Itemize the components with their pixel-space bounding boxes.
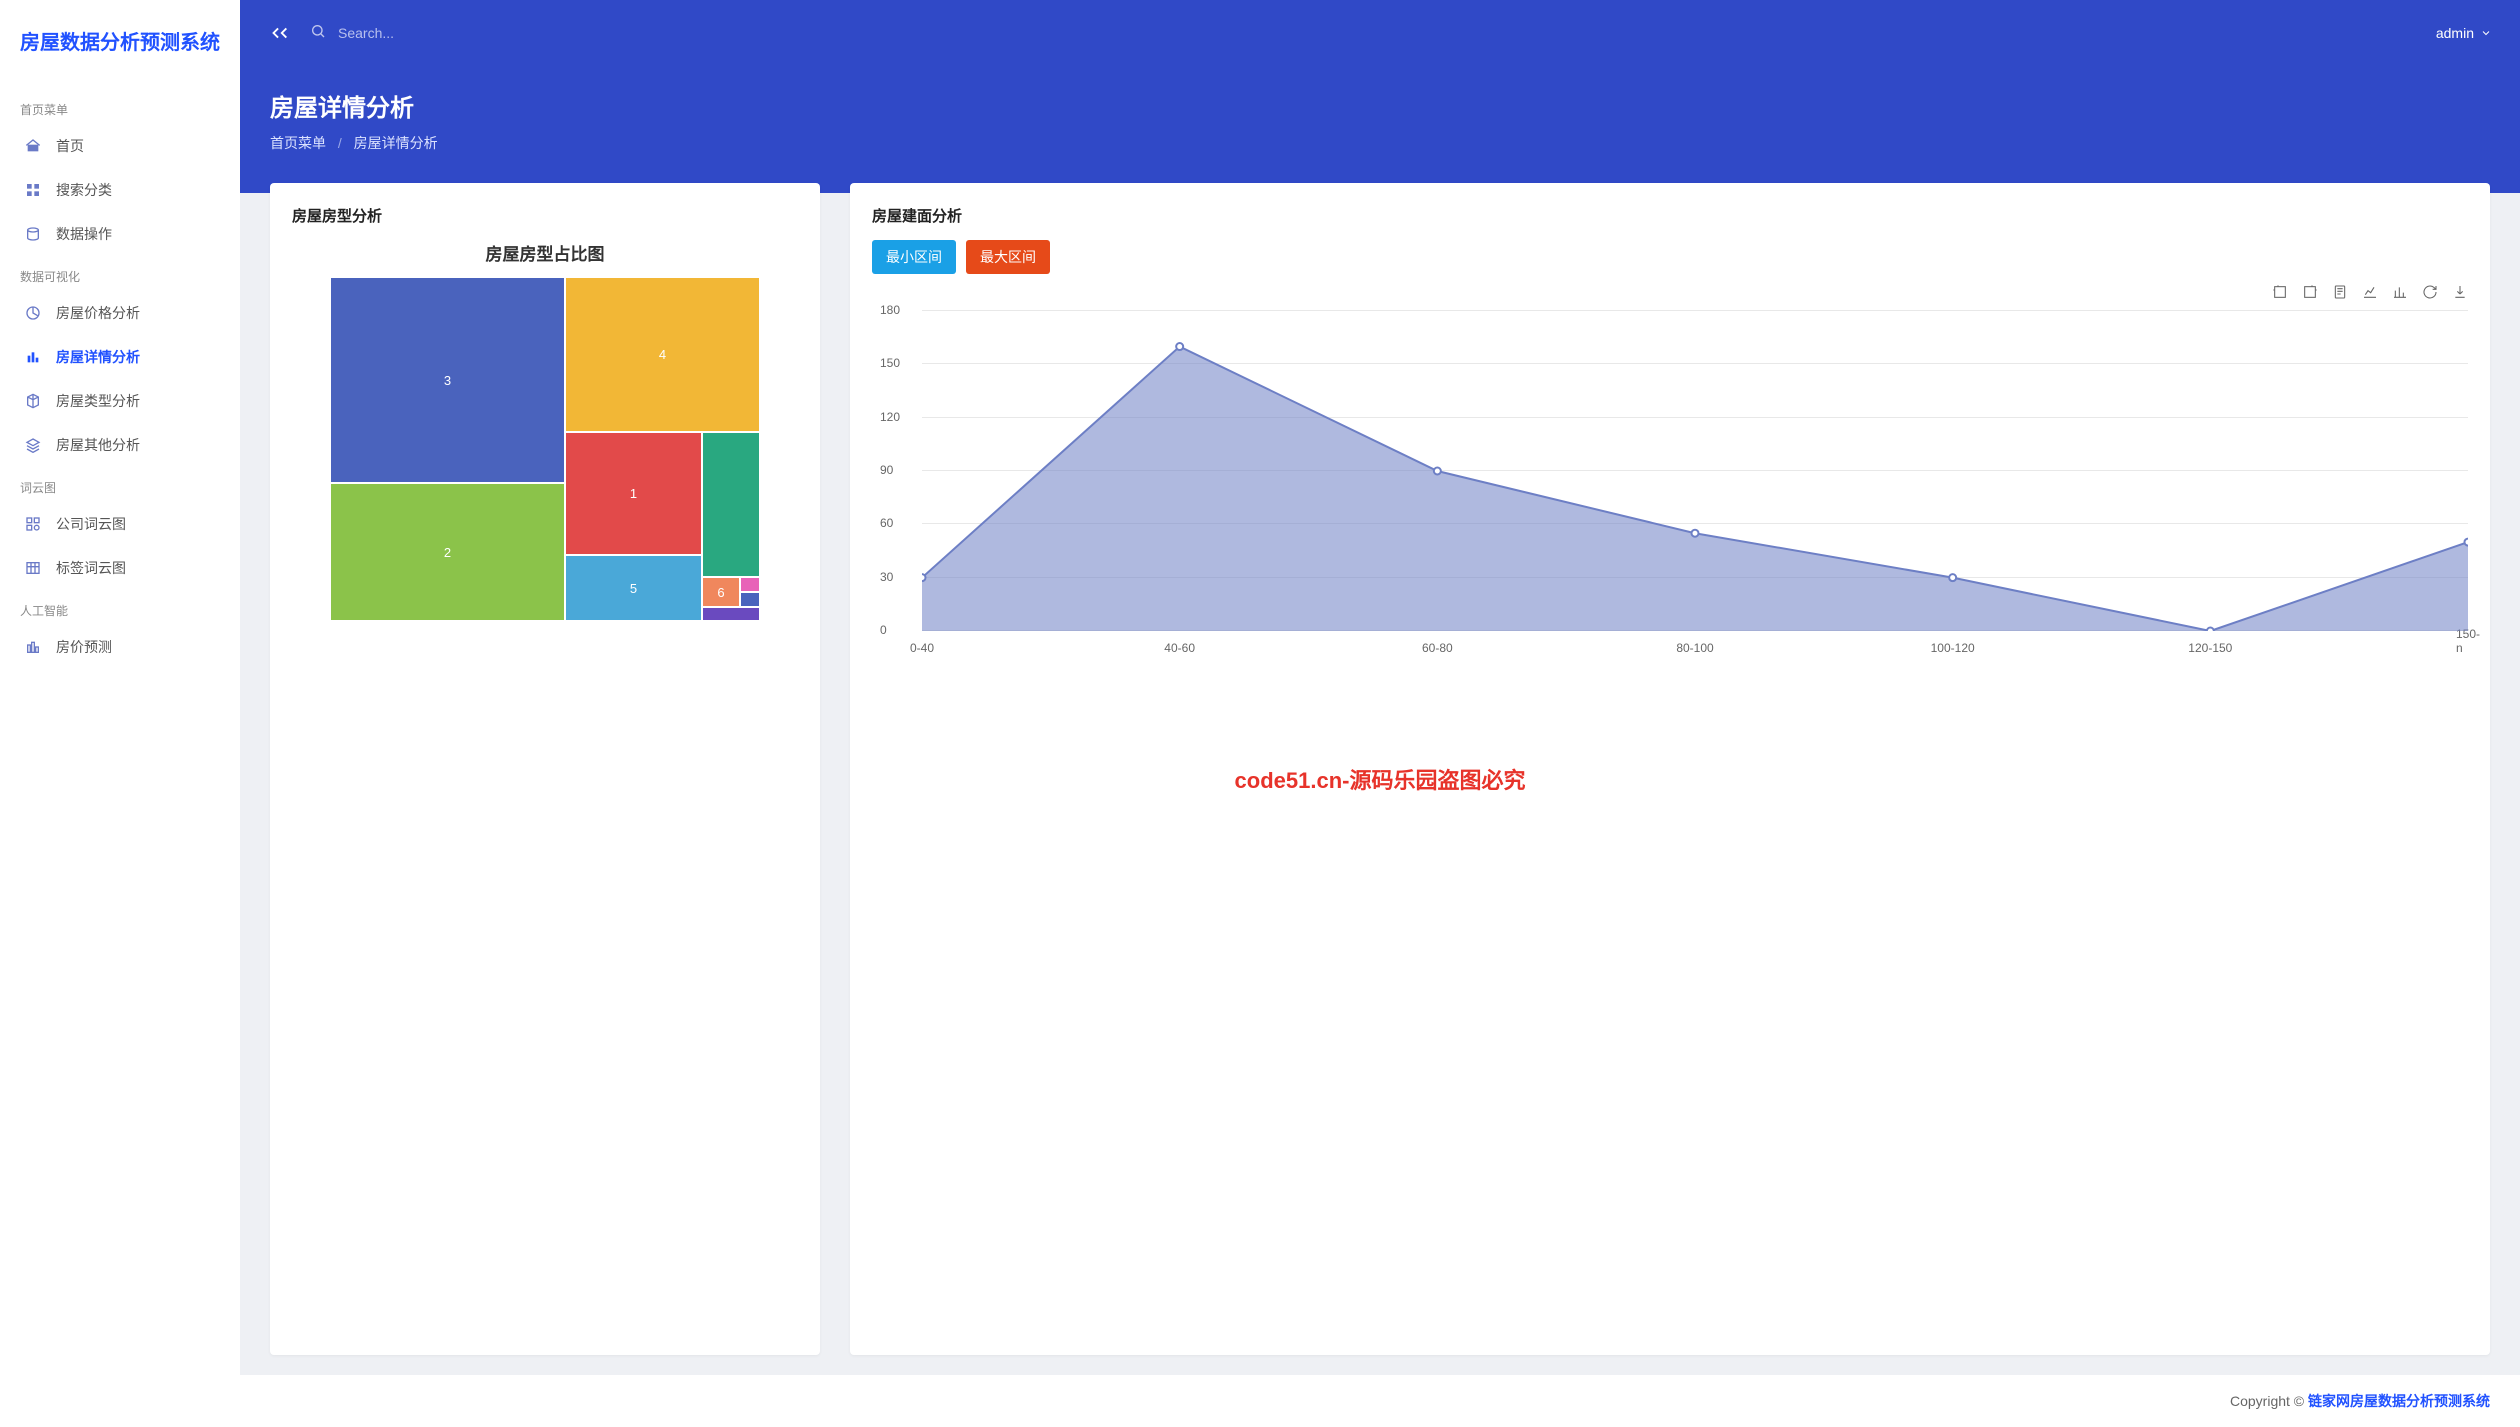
treemap-cell[interactable]: 5	[565, 555, 702, 621]
restore-icon[interactable]	[2422, 284, 2438, 305]
layers-icon	[24, 436, 42, 454]
area-chart-svg	[922, 311, 2468, 631]
home-icon	[24, 137, 42, 155]
nav-group-label: 词云图	[0, 467, 240, 502]
topbar: admin	[240, 0, 2520, 66]
tag-icon	[24, 515, 42, 533]
treemap-cell[interactable]: 3	[330, 277, 565, 483]
breadcrumb-root[interactable]: 首页菜单	[270, 135, 326, 151]
sidebar-item-label: 首页	[56, 136, 84, 156]
page-header: 房屋详情分析 首页菜单 / 房屋详情分析	[240, 66, 2520, 193]
x-tick-label: 40-60	[1164, 641, 1195, 655]
sidebar-item[interactable]: 房屋详情分析	[0, 335, 240, 379]
treemap-cell[interactable]	[740, 592, 760, 607]
search-icon	[310, 23, 326, 44]
sidebar-toggle-button[interactable]	[268, 22, 290, 44]
nav-group-label: 人工智能	[0, 590, 240, 625]
chevron-down-icon	[2480, 27, 2492, 39]
breadcrumb: 首页菜单 / 房屋详情分析	[270, 133, 2490, 153]
menu-collapse-icon	[268, 22, 290, 44]
sidebar-item[interactable]: 房屋类型分析	[0, 379, 240, 423]
chart-title: 房屋房型占比图	[292, 240, 798, 265]
sidebar: 房屋数据分析预测系统 首页菜单首页搜索分类数据操作数据可视化房屋价格分析房屋详情…	[0, 0, 240, 1427]
treemap-cell[interactable]	[702, 432, 760, 577]
search-input[interactable]	[338, 25, 638, 41]
sidebar-item-label: 房价预测	[56, 637, 112, 657]
treemap-cell[interactable]: 2	[330, 483, 565, 621]
nav: 首页菜单首页搜索分类数据操作数据可视化房屋价格分析房屋详情分析房屋类型分析房屋其…	[0, 81, 240, 1427]
copyright-prefix: Copyright ©	[2230, 1393, 2308, 1409]
treemap-chart[interactable]: 324156	[330, 277, 760, 621]
user-name-label: admin	[2436, 25, 2474, 41]
download-icon[interactable]	[2452, 284, 2468, 305]
sidebar-item-label: 房屋类型分析	[56, 391, 140, 411]
sidebar-item[interactable]: 房屋其他分析	[0, 423, 240, 467]
treemap-cell[interactable]	[702, 607, 760, 621]
sidebar-item[interactable]: 搜索分类	[0, 168, 240, 212]
sidebar-item[interactable]: 标签词云图	[0, 546, 240, 590]
table-icon	[24, 559, 42, 577]
x-tick-label: 60-80	[1422, 641, 1453, 655]
bar-chart-icon[interactable]	[2392, 284, 2408, 305]
main: admin 房屋详情分析 首页菜单 / 房屋详情分析 code51.cn-源码乐…	[240, 0, 2520, 1427]
card-title: 房屋房型分析	[292, 205, 798, 226]
zoom-reset-icon[interactable]	[2302, 284, 2318, 305]
card-house-area: 房屋建面分析 最小区间 最大区间 03060901201501800-4040-…	[850, 183, 2490, 1355]
sidebar-item-label: 标签词云图	[56, 558, 126, 578]
x-tick-label: 150-n	[2456, 627, 2480, 655]
treemap-cell[interactable]: 4	[565, 277, 760, 432]
pie-icon	[24, 304, 42, 322]
user-menu[interactable]: admin	[2436, 25, 2492, 41]
treemap-cell[interactable]	[740, 577, 760, 592]
zoom-icon[interactable]	[2272, 284, 2288, 305]
treemap-cell[interactable]: 1	[565, 432, 702, 555]
db-icon	[24, 225, 42, 243]
sidebar-item[interactable]: 首页	[0, 124, 240, 168]
sidebar-item-label: 公司词云图	[56, 514, 126, 534]
sidebar-item-label: 搜索分类	[56, 180, 112, 200]
sidebar-item[interactable]: 房屋价格分析	[0, 291, 240, 335]
area-chart[interactable]: 03060901201501800-4040-6060-8080-100100-…	[922, 311, 2468, 631]
line-chart-icon[interactable]	[2362, 284, 2378, 305]
x-tick-label: 120-150	[2188, 641, 2232, 655]
bars-icon	[24, 348, 42, 366]
data-view-icon[interactable]	[2332, 284, 2348, 305]
sidebar-item[interactable]: 数据操作	[0, 212, 240, 256]
card-title: 房屋建面分析	[872, 205, 2468, 226]
breadcrumb-leaf: 房屋详情分析	[354, 135, 438, 151]
footer: Copyright © 链家网房屋数据分析预测系统	[240, 1375, 2520, 1427]
max-interval-button[interactable]: 最大区间	[966, 240, 1050, 274]
sidebar-item-label: 数据操作	[56, 224, 112, 244]
sidebar-item-label: 房屋其他分析	[56, 435, 140, 455]
sidebar-item-label: 房屋详情分析	[56, 347, 140, 367]
x-tick-label: 0-40	[910, 641, 934, 655]
footer-link[interactable]: 链家网房屋数据分析预测系统	[2308, 1393, 2490, 1409]
grid-icon	[24, 181, 42, 199]
cube-icon	[24, 392, 42, 410]
x-tick-label: 80-100	[1676, 641, 1713, 655]
ai-icon	[24, 638, 42, 656]
nav-group-label: 数据可视化	[0, 256, 240, 291]
nav-group-label: 首页菜单	[0, 89, 240, 124]
sidebar-item-label: 房屋价格分析	[56, 303, 140, 323]
sidebar-item[interactable]: 公司词云图	[0, 502, 240, 546]
sidebar-item[interactable]: 房价预测	[0, 625, 240, 669]
card-house-type: 房屋房型分析 房屋房型占比图 324156	[270, 183, 820, 1355]
chart-toolbar	[872, 284, 2468, 305]
min-interval-button[interactable]: 最小区间	[872, 240, 956, 274]
x-tick-label: 100-120	[1931, 641, 1975, 655]
treemap-cell[interactable]: 6	[702, 577, 740, 607]
page-title: 房屋详情分析	[270, 88, 2490, 123]
app-logo: 房屋数据分析预测系统	[0, 0, 240, 81]
